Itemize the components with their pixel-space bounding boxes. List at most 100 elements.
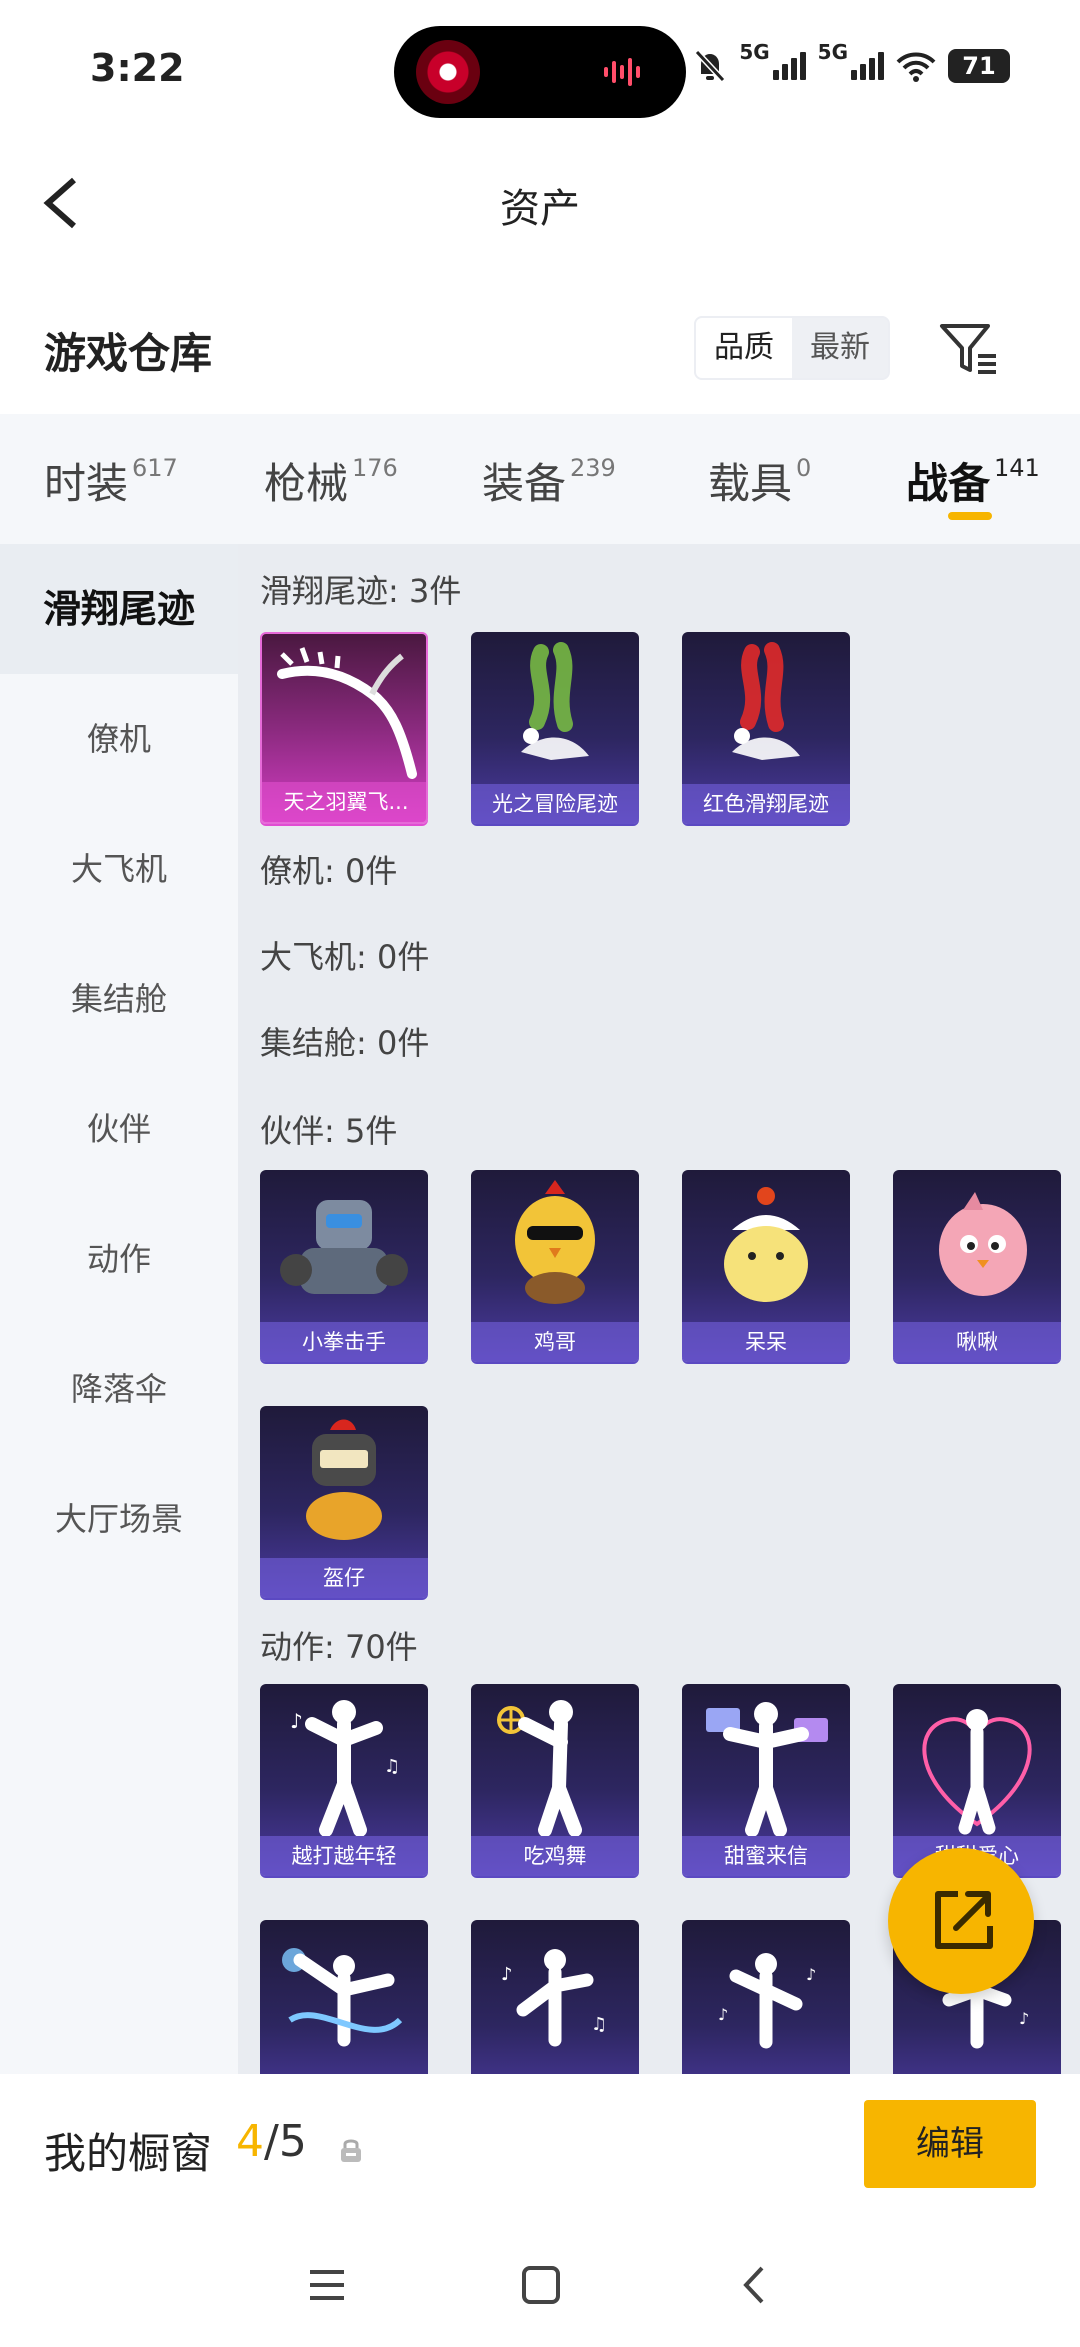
sweet-heart-icon: [922, 1709, 1032, 1835]
section-label-big-plane: 大飞机: 0件: [260, 938, 430, 976]
green-smoke-trail-icon: [521, 642, 589, 760]
item-card[interactable]: ♪ ♫: [471, 1920, 639, 2074]
section-label-glide-trail: 滑翔尾迹: 3件: [260, 572, 462, 610]
tab-label: 战备: [906, 459, 991, 508]
active-tab-indicator: [948, 512, 992, 520]
signal-2-icon: 5G: [818, 40, 884, 80]
item-name: 小拳击手: [260, 1322, 428, 1362]
back-arrow-icon: [743, 2266, 764, 2304]
tab-count: 141: [994, 454, 1040, 482]
item-name: 吃鸡舞: [471, 1836, 639, 1876]
wifi-icon: [896, 52, 936, 82]
category-tabs: 时装 617 枪械 176 装备 239 载具 0 战备 141: [0, 414, 1080, 544]
jiujiu-bird-icon: [939, 1192, 1027, 1296]
item-card[interactable]: 红色滑翔尾迹: [682, 632, 850, 824]
section-label-emote: 动作: 70件: [260, 1628, 418, 1666]
tab-guns[interactable]: 枪械 176: [264, 450, 398, 511]
dance-pose-icon: ♪♫: [290, 1700, 400, 1836]
sidebar-item-emote[interactable]: 动作: [0, 1194, 238, 1324]
tab-equipment[interactable]: 装备 239: [482, 450, 616, 511]
status-bar: 3:22 5G 5G 71: [0, 0, 1080, 140]
boxer-robot-icon: [280, 1200, 408, 1294]
edit-button[interactable]: 编辑: [864, 2100, 1036, 2188]
section-label-wingman: 僚机: 0件: [260, 852, 398, 890]
sidebar-item-wingman[interactable]: 僚机: [0, 674, 238, 804]
sort-newest-option[interactable]: 最新: [792, 318, 888, 378]
svg-text:♪: ♪: [806, 1965, 816, 1984]
item-card[interactable]: 小拳击手: [260, 1170, 428, 1362]
item-name: 越打越年轻: [260, 1836, 428, 1876]
sidebar-item-lobby-scene[interactable]: 大厅场景: [0, 1454, 238, 1584]
home-square-icon: [522, 2266, 560, 2304]
chicken-bro-icon: [515, 1180, 595, 1304]
sidebar-item-partner[interactable]: 伙伴: [0, 1064, 238, 1194]
sweet-letter-icon: [706, 1702, 828, 1836]
item-name: 啾啾: [893, 1322, 1061, 1362]
recording-eye-icon: [416, 40, 480, 104]
item-card[interactable]: 天之羽翼飞...: [260, 632, 428, 824]
tab-fashion[interactable]: 时装 617: [44, 450, 178, 511]
battery-indicator: 71: [948, 49, 1010, 83]
signal-1-label: 5G: [739, 40, 770, 64]
sidebar-item-glide-trail[interactable]: 滑翔尾迹: [0, 544, 238, 674]
item-name: 甜蜜来信: [682, 1836, 850, 1876]
share-button[interactable]: [888, 1848, 1034, 1994]
tab-label: 时装: [44, 459, 129, 508]
sort-toggle[interactable]: 品质 最新: [694, 316, 890, 380]
item-name: 呆呆: [682, 1322, 850, 1362]
showcase-label: 我的橱窗: [44, 2129, 213, 2178]
item-card[interactable]: 甜蜜来信: [682, 1684, 850, 1876]
item-card[interactable]: ♪ ♫ 越打越年轻: [260, 1684, 428, 1876]
audio-wave-icon: [604, 58, 658, 88]
item-card[interactable]: 呆呆: [682, 1170, 850, 1362]
menu-lines-icon: [310, 2270, 344, 2300]
share-external-icon: [935, 1891, 993, 1949]
sidebar-item-assembly-pod[interactable]: 集结舱: [0, 934, 238, 1064]
nav-recents-button[interactable]: [302, 2260, 352, 2310]
item-name: 盔仔: [260, 1558, 428, 1598]
red-smoke-trail-icon: [732, 642, 800, 760]
tab-label: 枪械: [264, 459, 349, 508]
chicken-dance-icon: [497, 1700, 582, 1836]
section-label-partner: 伙伴: 5件: [260, 1112, 398, 1150]
tab-battle-gear[interactable]: 战备 141: [906, 450, 1040, 511]
daidai-chick-icon: [724, 1187, 808, 1302]
nav-home-button[interactable]: [516, 2260, 566, 2310]
showcase-current: 4: [236, 2116, 264, 2167]
tab-vehicles[interactable]: 载具 0: [708, 450, 811, 511]
showcase-total: /5: [264, 2116, 307, 2167]
helmet-chick-icon: [306, 1419, 382, 1540]
signal-2-label: 5G: [817, 40, 848, 64]
nav-back-button[interactable]: [730, 2260, 780, 2310]
subcategory-sidebar: 滑翔尾迹 僚机 大飞机 集结舱 伙伴 动作 降落伞 大厅场景: [0, 544, 238, 2074]
item-card[interactable]: 鸡哥: [471, 1170, 639, 1362]
sidebar-item-big-plane[interactable]: 大飞机: [0, 804, 238, 934]
tab-label: 装备: [482, 459, 567, 508]
item-card[interactable]: 光之冒险尾迹: [471, 632, 639, 824]
svg-text:♪: ♪: [1019, 2009, 1029, 2028]
item-card[interactable]: 吃鸡舞: [471, 1684, 639, 1876]
tab-count: 176: [352, 454, 398, 482]
item-card[interactable]: [260, 1920, 428, 2074]
wave-dance-icon: [282, 1948, 403, 2047]
sort-quality-option[interactable]: 品质: [696, 318, 792, 378]
sing-dance-icon: ♪♪: [718, 1953, 816, 2049]
status-icons: 5G 5G 71: [693, 40, 1010, 86]
showcase-count: 4/5: [236, 2116, 307, 2167]
page-title: 资产: [500, 186, 580, 232]
svg-text:♪: ♪: [290, 1709, 303, 1733]
item-card[interactable]: 盔仔: [260, 1406, 428, 1598]
item-card[interactable]: 啾啾: [893, 1170, 1061, 1362]
sidebar-item-parachute[interactable]: 降落伞: [0, 1324, 238, 1454]
lock-icon: [341, 2139, 361, 2162]
svg-text:♪: ♪: [501, 1964, 513, 1985]
mute-bell-icon: [695, 49, 726, 83]
showcase-bar: 我的橱窗 4/5 编辑: [0, 2074, 1080, 2214]
tab-count: 0: [796, 454, 812, 482]
item-card[interactable]: ♪ ♪: [682, 1920, 850, 2074]
dynamic-island[interactable]: [394, 26, 686, 118]
tab-count: 617: [132, 454, 178, 482]
tab-count: 239: [570, 454, 616, 482]
item-grid: 滑翔尾迹: 3件 天之羽翼飞... 光之冒险尾迹 红色滑翔尾迹 僚机: 0件 大…: [238, 544, 1080, 2074]
filter-button[interactable]: [936, 316, 1002, 382]
